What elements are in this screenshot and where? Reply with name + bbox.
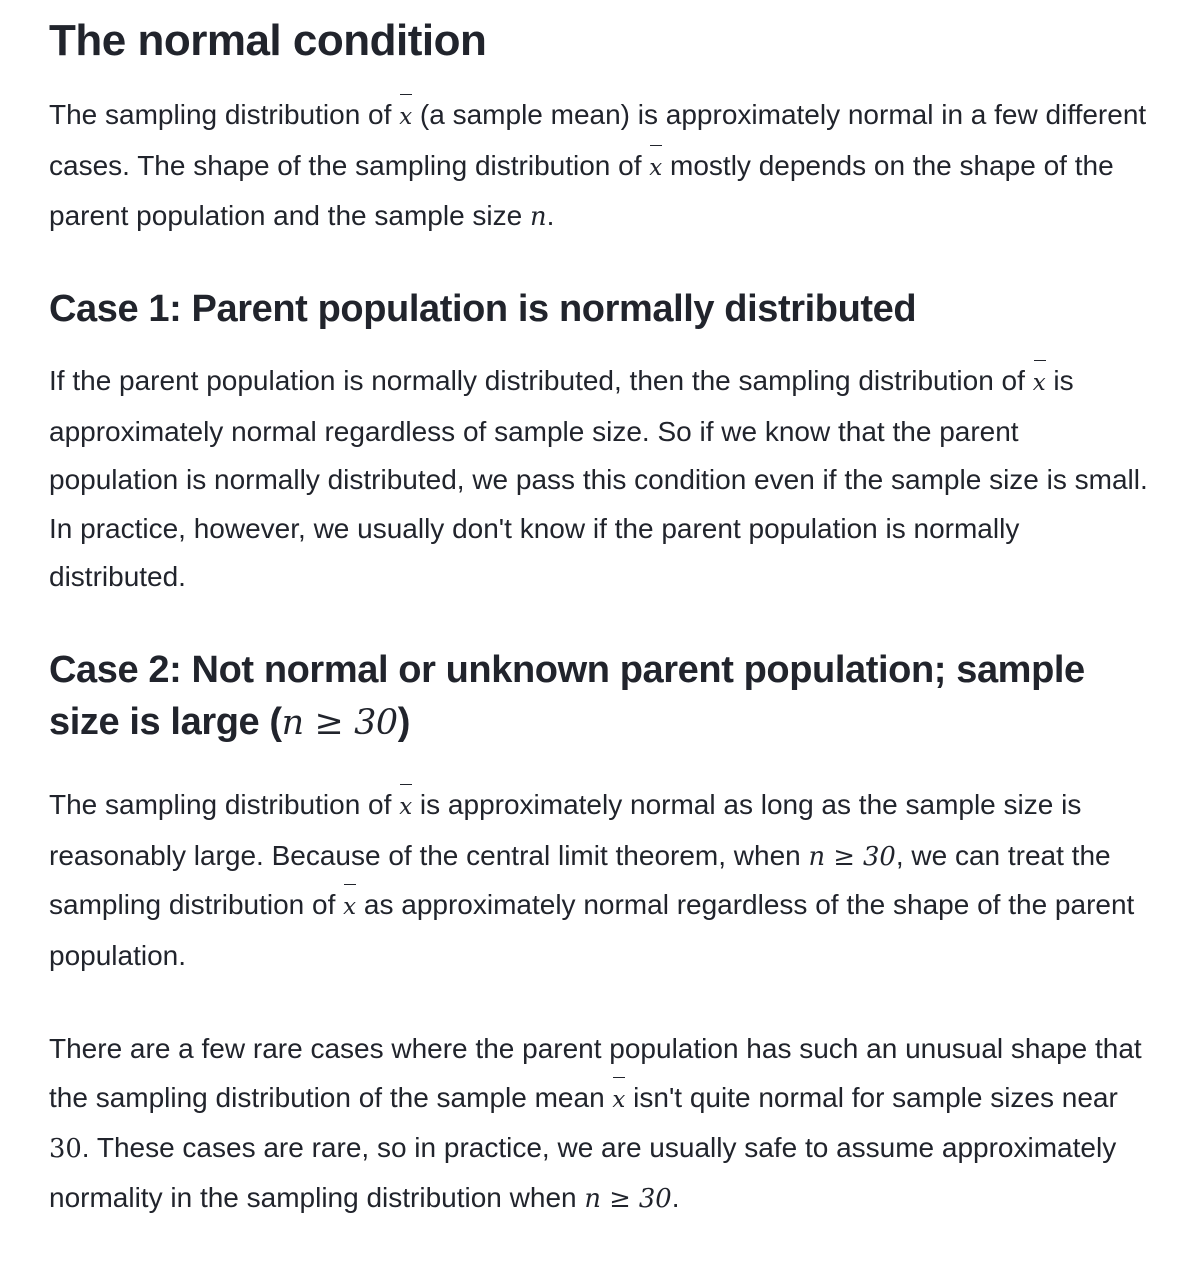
- article: The normal condition The sampling distri…: [0, 0, 1204, 1274]
- case1-paragraph: If the parent population is normally dis…: [49, 357, 1149, 602]
- rare-math: n ≥ 30: [584, 1183, 672, 1214]
- xbar-symbol: x: [612, 1076, 625, 1125]
- intro-paragraph: The sampling distribution of x (a sample…: [49, 91, 1149, 242]
- xbar-symbol: x: [399, 93, 412, 142]
- case1-text-2: is approximately normal regardless of sa…: [49, 365, 1148, 592]
- xbar-symbol: x: [343, 883, 356, 932]
- rare-text-4: .: [671, 1181, 680, 1213]
- xbar-symbol: x: [649, 144, 662, 193]
- rare-text-3: . These cases are rare, so in practice, …: [49, 1132, 1117, 1213]
- case1-heading: Case 1: Parent population is normally di…: [49, 288, 917, 330]
- n-symbol: n: [530, 202, 547, 232]
- case2-heading: Case 2: Not normal or unknown parent pop…: [49, 644, 1149, 749]
- case2-math: n ≥ 30: [808, 841, 896, 872]
- rare-cases-paragraph: There are a few rare cases where the par…: [49, 1025, 1149, 1223]
- case2-heading-close: ): [397, 701, 411, 743]
- case2-heading-math: n ≥ 30: [281, 703, 399, 743]
- case1-text-1: If the parent population is normally dis…: [49, 365, 1033, 396]
- rare-num-value: 30: [49, 1134, 82, 1164]
- rare-text-2: isn't quite normal for sample sizes near: [625, 1081, 1118, 1113]
- case2-heading-text: Case 2: Not normal or unknown parent pop…: [49, 649, 1085, 743]
- xbar-symbol: x: [399, 783, 412, 832]
- xbar-symbol: x: [1033, 359, 1046, 408]
- page-title: The normal condition: [49, 16, 487, 65]
- intro-text-4: .: [546, 200, 555, 231]
- case2-text-1: The sampling distribution of: [49, 789, 400, 820]
- rare-num: 30: [49, 1134, 82, 1164]
- intro-text-1: The sampling distribution of: [49, 99, 400, 130]
- case2-paragraph: The sampling distribution of x is approx…: [49, 781, 1149, 980]
